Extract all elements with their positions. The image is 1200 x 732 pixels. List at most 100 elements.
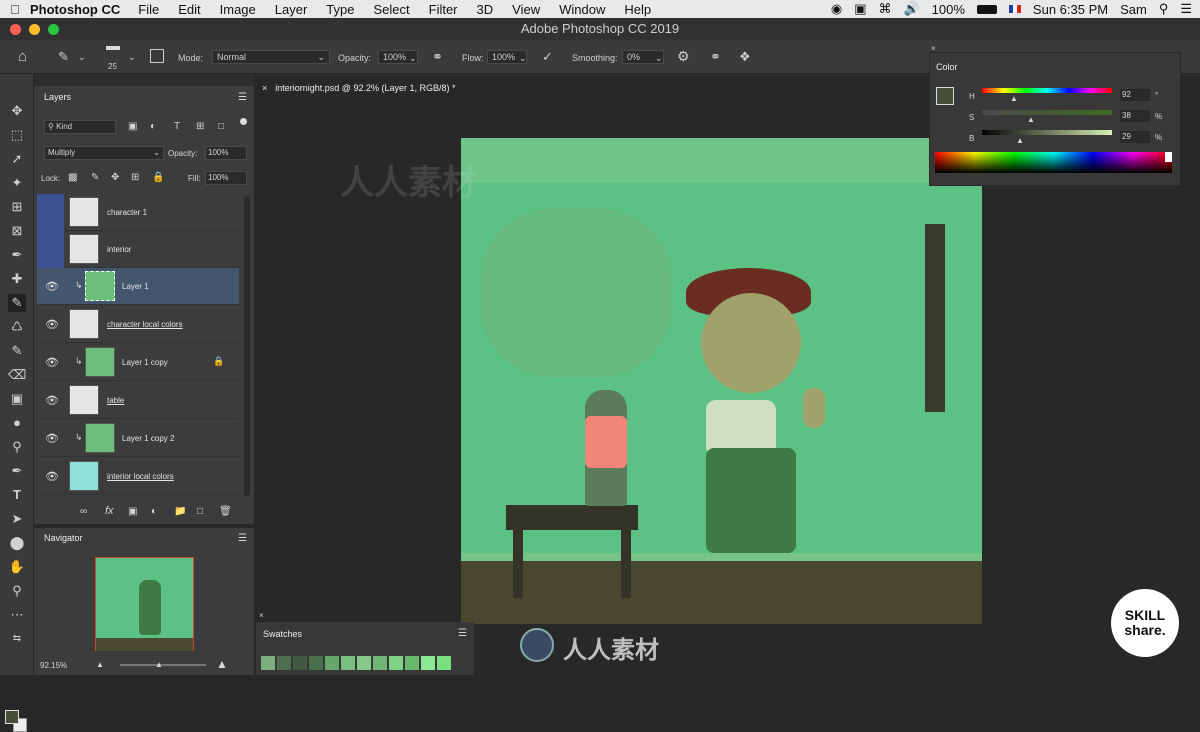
hue-slider[interactable]	[982, 88, 1112, 93]
swatches-title[interactable]: Swatches	[263, 629, 302, 639]
swatch-chip[interactable]	[373, 656, 387, 670]
swatch-chip[interactable]	[421, 656, 435, 670]
lock-artboard-icon[interactable]: ⊞	[131, 172, 139, 183]
color-panel-title[interactable]: Color	[936, 62, 958, 72]
mode-select[interactable]: Normal ⌄	[212, 50, 330, 64]
blend-mode-select[interactable]: Multiply ⌄	[44, 146, 164, 160]
lock-pixels-icon[interactable]: ✎	[91, 172, 99, 183]
zoom-level[interactable]: 92.15%	[40, 661, 67, 670]
close-tab-icon[interactable]: ×	[262, 83, 267, 93]
brush-tool-icon[interactable]: ✎	[8, 294, 26, 312]
crop-tool-icon[interactable]: ⊞	[8, 198, 26, 216]
chevron-down-icon[interactable]: ⌄	[519, 53, 527, 64]
swatch-chip[interactable]	[389, 656, 403, 670]
notification-icon[interactable]: ☰	[1180, 1, 1192, 17]
symmetry-icon[interactable]: ❖	[739, 49, 751, 65]
layers-scrollbar[interactable]	[244, 196, 250, 496]
chevron-down-icon[interactable]: ⌄	[409, 53, 417, 64]
user-menu[interactable]: Sam	[1120, 2, 1147, 17]
layer-row[interactable]: interior	[37, 231, 239, 268]
layer-row[interactable]: 👁 ↳ Layer 1 copy 2	[37, 420, 239, 457]
brush-preset-dropdown[interactable]: ⌄	[128, 52, 136, 63]
spotlight-icon[interactable]: ⚲	[1159, 1, 1169, 17]
hue-slider-thumb[interactable]: ▲	[1010, 94, 1018, 103]
brightness-slider[interactable]	[982, 130, 1112, 135]
stamp-tool-icon[interactable]: ♺	[8, 318, 26, 336]
menu-filter[interactable]: Filter	[429, 2, 458, 17]
chevron-down-icon[interactable]: ⌄	[78, 52, 86, 63]
document-canvas[interactable]	[461, 138, 982, 624]
zoom-slider-thumb[interactable]: ▲	[155, 660, 163, 669]
minimize-window-button[interactable]	[29, 24, 40, 35]
screen-icon[interactable]: ▣	[854, 1, 866, 17]
filter-kind-select[interactable]: ⚲ Kind	[44, 120, 116, 134]
menu-view[interactable]: View	[512, 2, 540, 17]
close-panel-icon[interactable]: ×	[259, 611, 264, 620]
swatch-chip[interactable]	[437, 656, 451, 670]
menu-layer[interactable]: Layer	[275, 2, 308, 17]
dodge-tool-icon[interactable]: ⚲	[8, 438, 26, 456]
close-panel-icon[interactable]: ×	[931, 44, 936, 53]
saturation-slider-thumb[interactable]: ▲	[1027, 115, 1035, 124]
ramp-white-chip[interactable]	[1165, 152, 1172, 162]
menu-3d[interactable]: 3D	[477, 2, 494, 17]
hand-tool-icon[interactable]: ✋	[8, 558, 26, 576]
more-tools-icon[interactable]: ⋯	[8, 606, 26, 624]
new-layer-icon[interactable]: □	[197, 506, 203, 517]
menu-image[interactable]: Image	[220, 2, 256, 17]
gear-icon[interactable]: ⚙	[677, 48, 690, 65]
record-icon[interactable]: ◉	[831, 1, 842, 17]
home-icon[interactable]: ⌂	[18, 48, 27, 65]
layer-row[interactable]: 👁 interior local colors	[37, 458, 239, 495]
layer-opacity-field[interactable]: 100%	[205, 146, 247, 160]
close-window-button[interactable]	[10, 24, 21, 35]
gradient-tool-icon[interactable]: ▣	[8, 390, 26, 408]
layer-row[interactable]: 👁 table	[37, 382, 239, 419]
swatch-chip[interactable]	[405, 656, 419, 670]
visibility-eye-icon[interactable]: 👁	[45, 470, 59, 483]
flag-icon[interactable]	[1008, 5, 1021, 13]
visibility-eye-icon[interactable]: 👁	[45, 432, 59, 445]
wifi-icon[interactable]: ⌘	[878, 1, 891, 17]
fill-field[interactable]: 100%	[205, 171, 247, 185]
volume-icon[interactable]: 🔊	[903, 1, 919, 17]
swatch-chip[interactable]	[357, 656, 371, 670]
add-mask-icon[interactable]: ▣	[128, 506, 137, 517]
hue-field[interactable]: 92	[1120, 89, 1150, 101]
path-selection-icon[interactable]: ➤	[8, 510, 26, 528]
visibility-eye-icon[interactable]: 👁	[45, 318, 59, 331]
brightness-slider-thumb[interactable]: ▲	[1016, 136, 1024, 145]
navigator-title[interactable]: Navigator	[44, 533, 83, 543]
battery-icon[interactable]	[976, 4, 997, 14]
swatch-chip[interactable]	[277, 656, 291, 670]
airbrush-icon[interactable]: ✓	[542, 49, 553, 65]
visibility-eye-icon[interactable]: 👁	[45, 394, 59, 407]
saturation-field[interactable]: 38	[1120, 110, 1150, 122]
swatch-chip[interactable]	[293, 656, 307, 670]
swap-colors-icon[interactable]: ⇆	[8, 630, 26, 648]
brush-tool-icon[interactable]: ✎	[58, 49, 69, 65]
pressure-opacity-icon[interactable]: ⚭	[432, 49, 443, 65]
filter-smart-object-icon[interactable]: □	[218, 121, 224, 132]
menu-type[interactable]: Type	[326, 2, 354, 17]
menu-window[interactable]: Window	[559, 2, 605, 17]
zoom-in-icon[interactable]: ▲	[216, 657, 228, 671]
swatch-chip[interactable]	[261, 656, 275, 670]
eraser-icon[interactable]: ⌫	[8, 366, 26, 384]
chevron-down-icon[interactable]: ⌄	[655, 53, 663, 64]
eyedropper-icon[interactable]: ✒	[8, 246, 26, 264]
zoom-tool-icon[interactable]: ⚲	[8, 582, 26, 600]
new-group-icon[interactable]: 📁	[174, 506, 186, 517]
brightness-field[interactable]: 29	[1120, 131, 1150, 143]
type-tool-icon[interactable]: T	[8, 486, 26, 504]
clock[interactable]: Sun 6:35 PM	[1033, 2, 1108, 17]
lock-all-icon[interactable]: 🔒	[152, 172, 164, 183]
layer-row-selected[interactable]: 👁 ↳ Layer 1	[37, 268, 239, 305]
swatch-chip[interactable]	[325, 656, 339, 670]
healing-brush-icon[interactable]: ✚	[8, 270, 26, 288]
shape-tool-icon[interactable]: ⬤	[8, 534, 26, 552]
panel-menu-icon[interactable]: ☰	[238, 92, 247, 103]
swatch-chip[interactable]	[309, 656, 323, 670]
color-spectrum-ramp[interactable]	[935, 152, 1172, 173]
move-tool-icon[interactable]: ✥	[8, 102, 26, 120]
